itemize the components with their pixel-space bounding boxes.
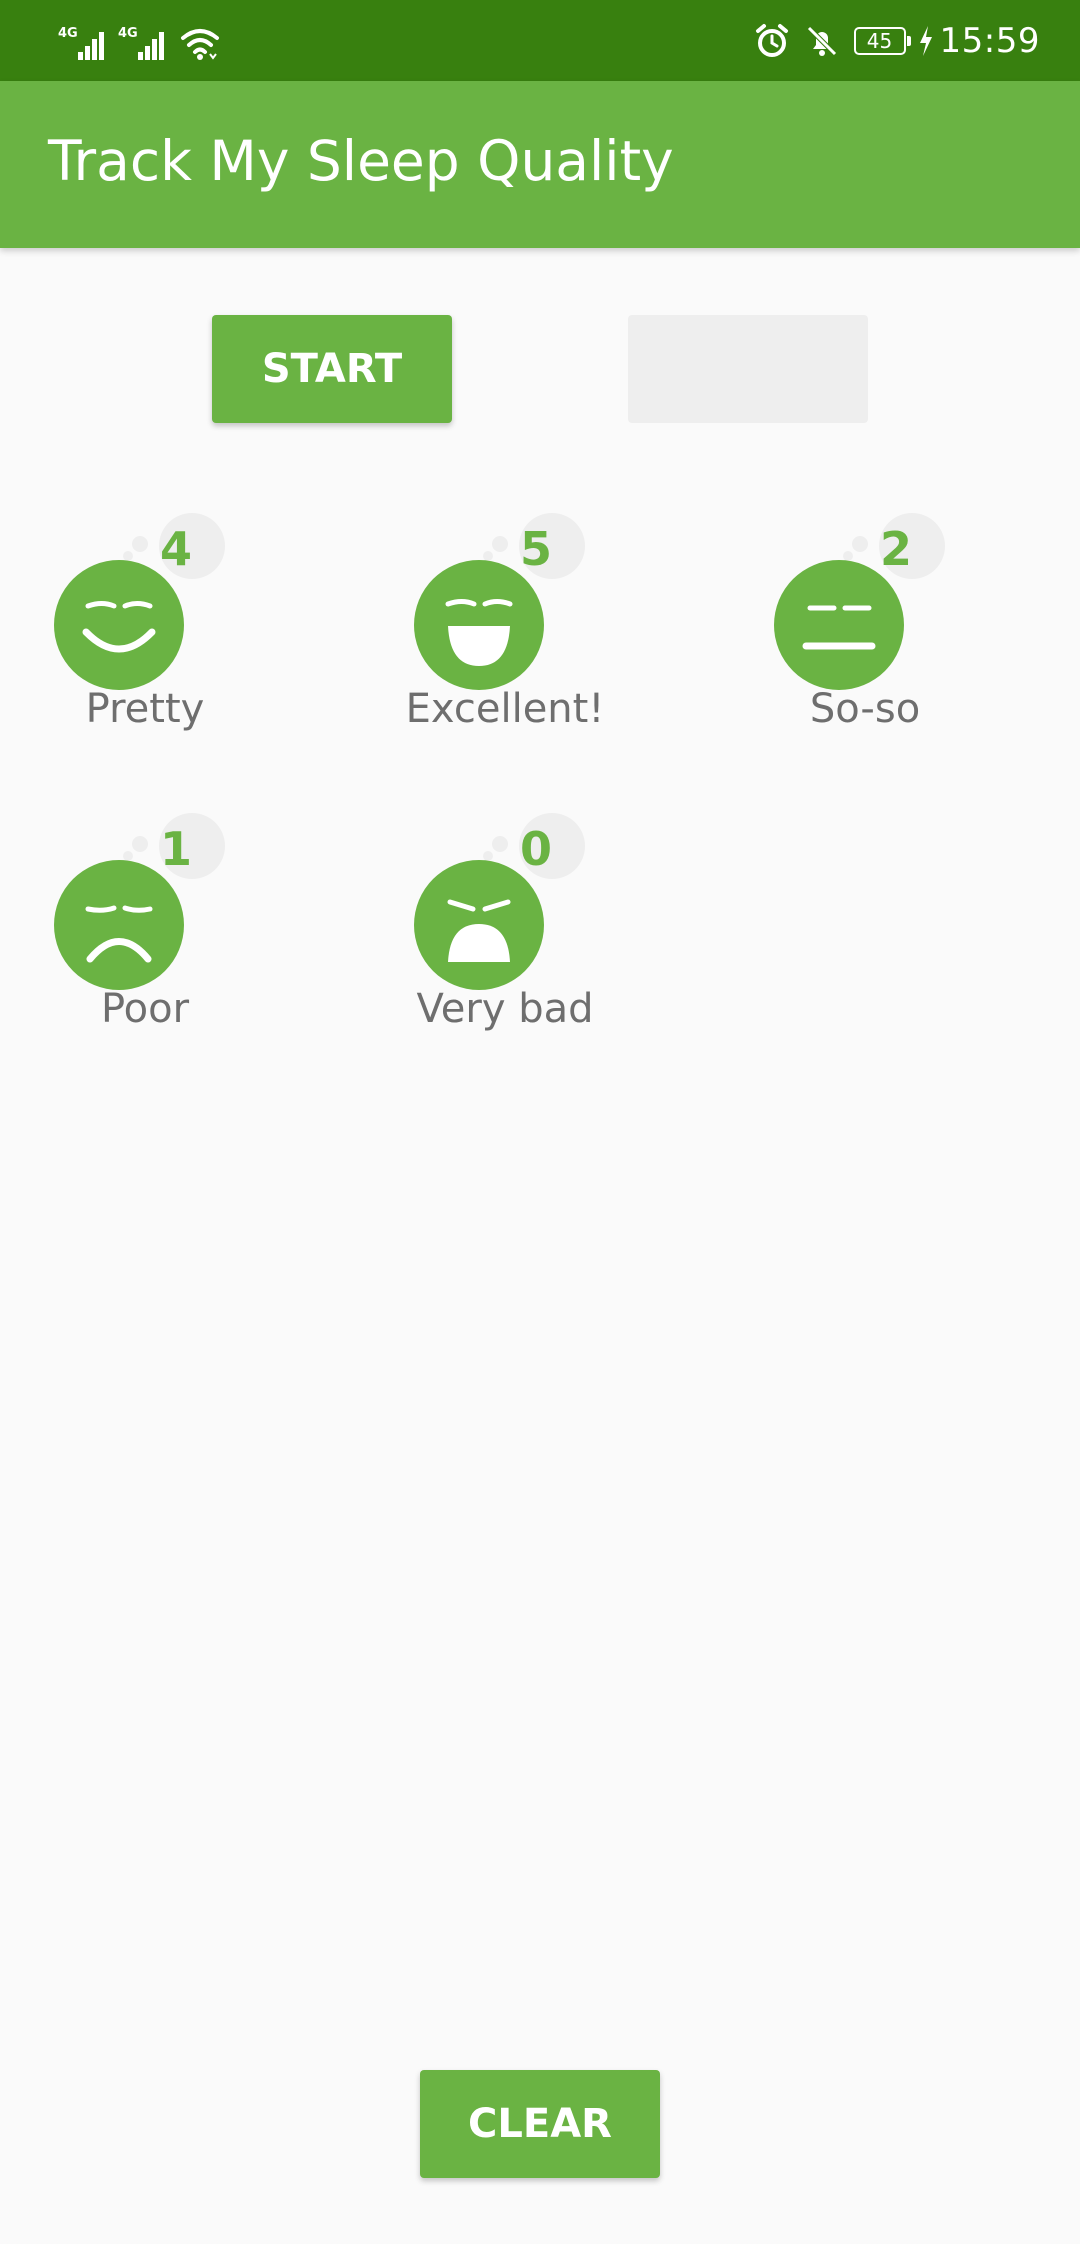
clock: 15:59: [939, 21, 1040, 61]
wifi-icon: [180, 26, 220, 62]
night-quality-label: Very bad: [416, 986, 594, 1032]
night-score: 4: [159, 522, 192, 576]
status-left-icons: 4G 4G: [58, 20, 220, 62]
night-quality-label: Pretty: [85, 686, 205, 732]
clear-button[interactable]: CLEAR: [420, 2070, 660, 2178]
status-bar: 4G 4G 45 15:59: [0, 0, 1080, 81]
night-quality-label: Poor: [100, 986, 190, 1032]
night-score: 5: [519, 522, 552, 576]
night-score: 2: [879, 522, 912, 576]
night-item-pretty[interactable]: 4 Pretty: [0, 506, 360, 766]
status-right-icons: 45 15:59: [754, 16, 1040, 66]
stop-button[interactable]: STOP: [628, 315, 868, 423]
night-item-poor[interactable]: 1 Poor: [0, 806, 360, 1066]
night-score: 0: [519, 822, 552, 876]
charging-icon: [918, 26, 934, 56]
battery-icon: 45: [853, 27, 911, 55]
signal-icon: 4G: [118, 26, 170, 62]
night-item-so-so[interactable]: 2 So-so: [720, 506, 1080, 766]
night-score: 1: [159, 822, 192, 876]
night-item-excellent[interactable]: 5 Excellent!: [360, 506, 720, 766]
signal-icon: 4G: [58, 26, 110, 62]
sleep-tracker-screen: 4G 4G 45 15:59 Track My Sleep Quality ST…: [0, 0, 1080, 2244]
app-title: Track My Sleep Quality: [48, 129, 674, 193]
night-quality-label: Excellent!: [405, 686, 605, 732]
app-bar: Track My Sleep Quality: [0, 81, 1080, 248]
alarm-icon: [754, 23, 790, 59]
battery-level: 45: [866, 29, 893, 53]
notifications-off-icon: [804, 23, 840, 59]
night-quality-label: So-so: [809, 686, 921, 732]
start-button[interactable]: START: [212, 315, 452, 423]
night-item-very-bad[interactable]: 0 Very bad: [360, 806, 720, 1066]
